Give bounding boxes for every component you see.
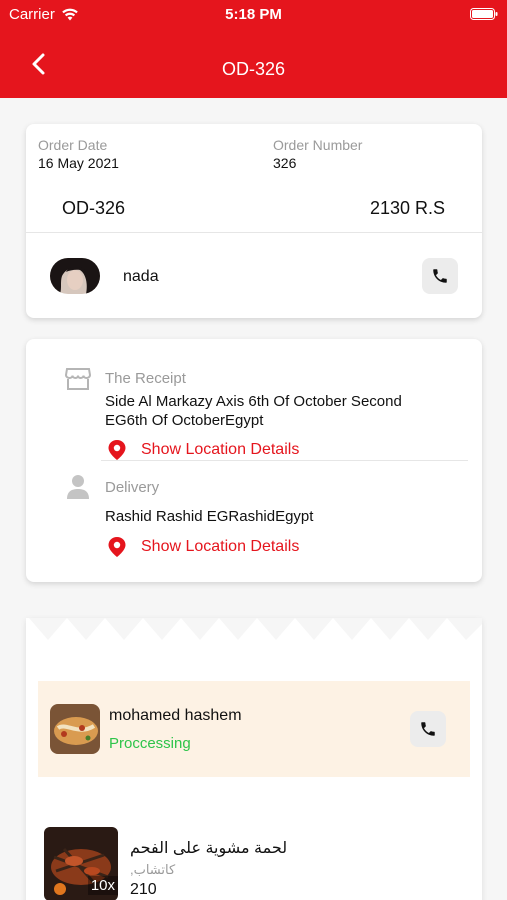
provider-image <box>50 704 100 754</box>
delivery-label: Delivery <box>105 479 160 496</box>
phone-icon <box>433 269 447 283</box>
product-name: لحمة مشوية على الفحم <box>130 840 288 857</box>
order-total: 2130 R.S <box>369 198 445 218</box>
provider-row: mohamed hashem Proccessing <box>38 681 470 777</box>
provider-name: mohamed hashem <box>109 707 242 724</box>
navigation-bar: OD-326 <box>0 28 507 98</box>
location-pin-icon <box>108 537 126 557</box>
receipt-location-link[interactable]: Show Location Details <box>141 441 299 459</box>
order-number-value: 326 <box>273 155 297 171</box>
product-quantity: 10x <box>87 876 118 895</box>
phone-icon <box>421 722 435 736</box>
delivery-location-link[interactable]: Show Location Details <box>141 538 299 556</box>
receipt-address: Side Al Markazy Axis 6th Of October Seco… <box>105 392 402 430</box>
provider-status: Proccessing <box>109 735 191 752</box>
receipt-address-line2: EG6th Of OctoberEgypt <box>105 412 264 429</box>
receipt-address-line1: Side Al Markazy Axis 6th Of October Seco… <box>105 393 402 410</box>
product-image: 10x <box>44 827 118 900</box>
status-time: 5:18 PM <box>225 6 282 23</box>
person-icon <box>67 475 89 499</box>
store-icon <box>65 368 91 390</box>
call-customer-button[interactable] <box>422 258 458 294</box>
battery-icon <box>470 8 498 20</box>
order-items-card: mohamed hashem Proccessing 10x لحمة مشوي… <box>26 618 482 900</box>
location-pin-icon <box>108 440 126 460</box>
page-title: OD-326 <box>221 59 286 79</box>
product-extras: كاتشاب, <box>130 862 176 877</box>
delivery-address: Rashid Rashid EGRashidEgypt <box>105 508 314 525</box>
addresses-card: The Receipt Side Al Markazy Axis 6th Of … <box>26 339 482 582</box>
order-date-value: 16 May 2021 <box>38 155 119 171</box>
call-provider-button[interactable] <box>410 711 446 747</box>
order-date-label: Order Date <box>38 137 108 153</box>
zigzag-edge <box>26 618 482 640</box>
receipt-label: The Receipt <box>105 370 186 387</box>
order-code: OD-326 <box>62 198 126 218</box>
order-number-label: Order Number <box>273 137 363 153</box>
order-summary-card: Order Date 16 May 2021 Order Number 326 … <box>26 124 482 318</box>
card-divider <box>26 232 482 233</box>
customer-name: nada <box>123 268 159 285</box>
address-divider <box>101 460 468 461</box>
customer-avatar <box>50 258 100 294</box>
product-price: 210 <box>130 881 157 898</box>
status-bar: Carrier 5:18 PM <box>0 0 507 28</box>
